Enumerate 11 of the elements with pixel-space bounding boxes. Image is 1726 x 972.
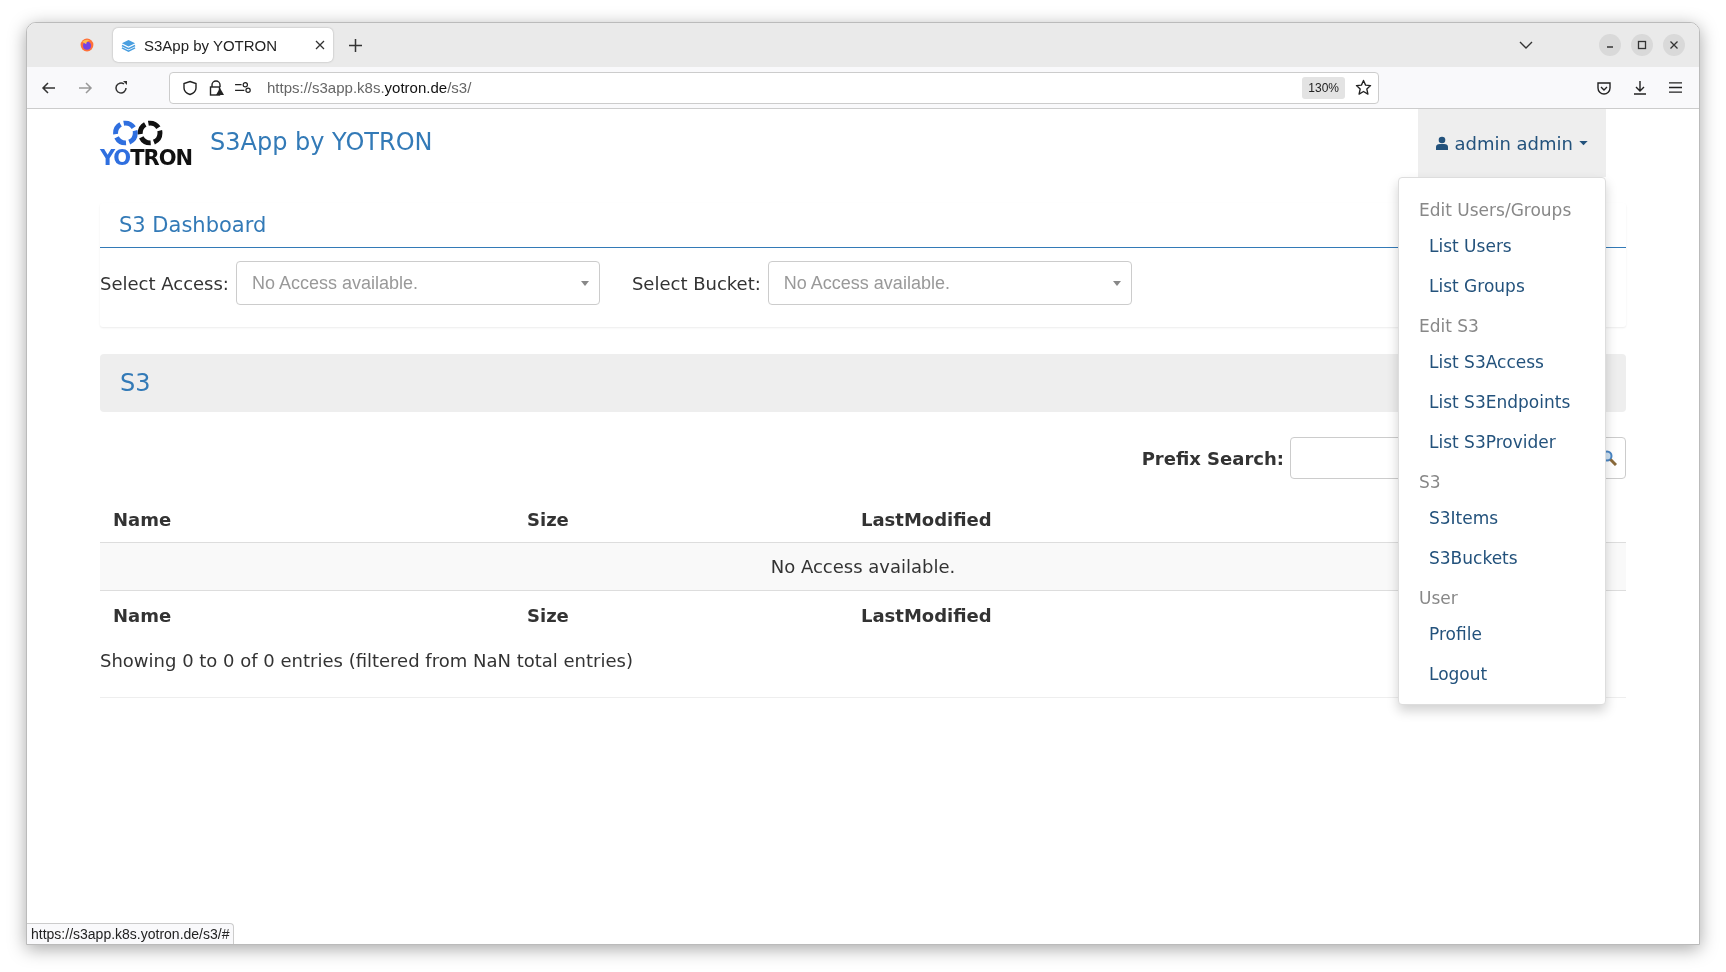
search-label: Prefix Search:: [1141, 447, 1284, 469]
status-bar: https://s3app.k8s.yotron.de/s3/#: [27, 923, 235, 944]
menu-header: Edit Users/Groups: [1418, 199, 1573, 222]
section-title: S3: [120, 369, 151, 397]
table-info: Showing 0 to 0 of 0 entries (filtered from NaN total entries): [100, 650, 633, 671]
filter-label: Select Bucket:: [631, 272, 761, 294]
menu-header: Edit S3: [1418, 315, 1480, 338]
filter-label: Select Access:: [100, 272, 229, 294]
menu-header: User: [1418, 587, 1459, 610]
empty-message: No Access available.: [770, 556, 956, 577]
menu-header: S3: [1418, 471, 1442, 494]
